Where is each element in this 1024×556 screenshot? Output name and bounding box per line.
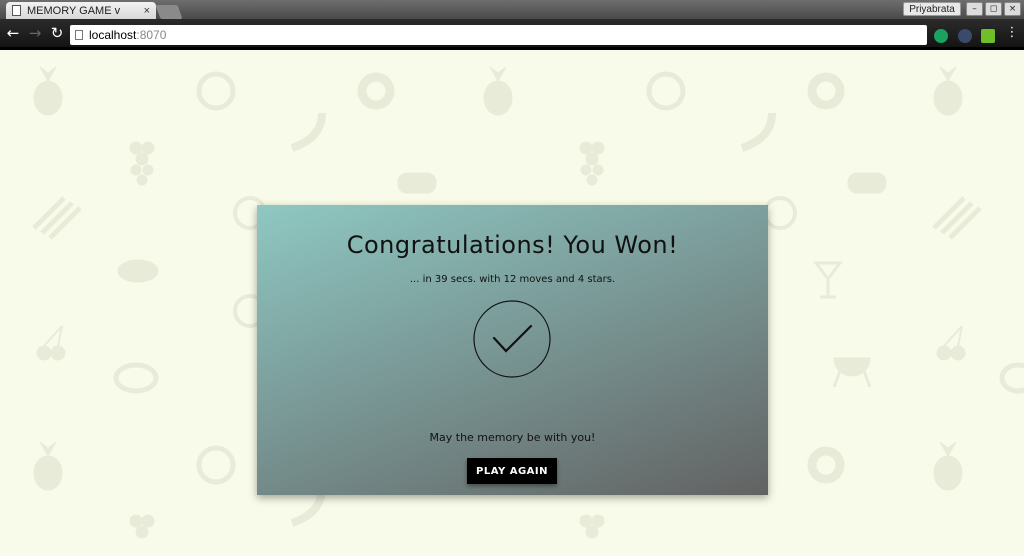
pineapple-icon: [933, 441, 963, 491]
modal-title: Congratulations! You Won!: [346, 231, 679, 259]
profile-button[interactable]: Priyabrata: [903, 2, 961, 16]
grapes-icon: [579, 141, 605, 186]
banana-icon: [740, 112, 776, 152]
steak-icon: [999, 362, 1024, 394]
asparagus-icon: [32, 196, 82, 240]
pineapple-icon: [483, 66, 513, 116]
document-icon: [12, 5, 21, 16]
win-modal: Congratulations! You Won! ... in 39 secs…: [257, 205, 768, 495]
minimize-button[interactable]: –: [966, 2, 983, 16]
bbq-grill-icon: [832, 357, 872, 388]
download-extension-icon[interactable]: [981, 29, 995, 43]
steak-icon: [113, 362, 159, 394]
banana-icon: [290, 112, 326, 152]
donut-icon: [357, 72, 395, 110]
watermelon-icon: [646, 71, 686, 111]
game-stats-text: ... in 39 secs. with 12 moves and 4 star…: [409, 274, 616, 285]
asparagus-icon: [932, 196, 982, 240]
grapes-icon: [129, 141, 155, 186]
checkmark-icon: [473, 300, 551, 378]
menu-icon[interactable]: ⋮: [1003, 24, 1021, 42]
donut-icon: [807, 72, 845, 110]
pineapple-icon: [933, 66, 963, 116]
cherries-icon: [36, 325, 66, 361]
browser-tab[interactable]: MEMORY GAME v ×: [6, 2, 156, 19]
grapes-icon: [129, 514, 155, 539]
grammarly-extension-icon[interactable]: [934, 29, 948, 43]
browser-toolbar: ← → ↻ localhost:8070 ⋮: [0, 19, 1024, 50]
sushi-icon: [397, 172, 437, 194]
close-window-button[interactable]: ×: [1004, 2, 1021, 16]
extension-icon[interactable]: [958, 29, 972, 43]
address-bar[interactable]: localhost:8070: [70, 25, 927, 45]
new-tab-button[interactable]: [155, 5, 183, 19]
sushi-icon: [847, 172, 887, 194]
url-host: localhost: [89, 28, 137, 42]
lemon-icon: [763, 196, 797, 230]
reload-button[interactable]: ↻: [48, 24, 66, 42]
donut-icon: [807, 446, 845, 484]
page-icon: [75, 30, 83, 40]
cherries-icon: [936, 325, 966, 361]
grapes-icon: [579, 514, 605, 539]
play-again-button[interactable]: PLAY AGAIN: [467, 458, 557, 484]
pineapple-icon: [33, 441, 63, 491]
watermelon-icon: [196, 445, 236, 485]
browser-titlebar: MEMORY GAME v × Priyabrata – ◻ ×: [0, 0, 1024, 19]
chicken-icon: [117, 259, 159, 283]
tab-title: MEMORY GAME v: [27, 4, 121, 17]
maximize-button[interactable]: ◻: [985, 2, 1002, 16]
pineapple-icon: [33, 66, 63, 116]
tab-close-icon[interactable]: ×: [144, 5, 150, 17]
motto-text: May the memory be with you!: [429, 431, 596, 444]
cocktail-icon: [813, 261, 843, 299]
back-button[interactable]: ←: [4, 24, 22, 42]
url-port: :8070: [136, 28, 167, 42]
forward-button[interactable]: →: [26, 24, 44, 42]
watermelon-icon: [196, 71, 236, 111]
